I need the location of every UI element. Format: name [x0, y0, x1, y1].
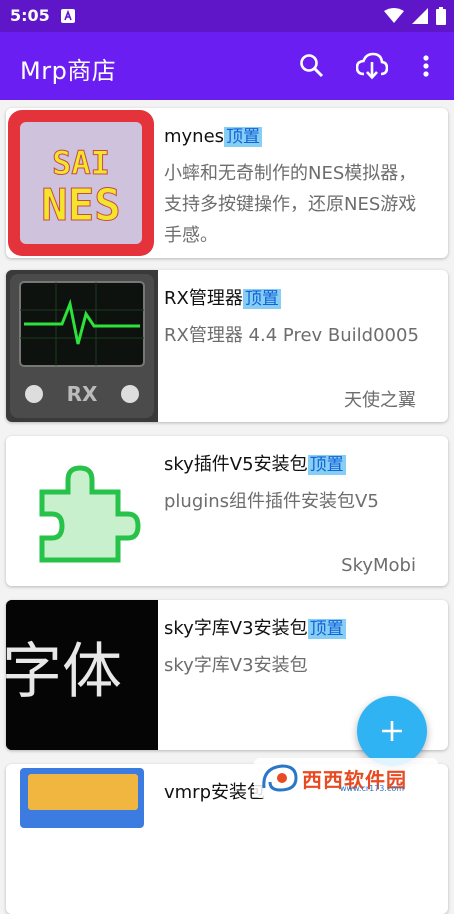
battery-icon [436, 7, 446, 25]
app-author: 天使之翼 [344, 390, 416, 411]
thumb-text-2: NES [41, 180, 120, 231]
app-description: sky字库V3安装包 [164, 655, 308, 676]
plus-icon [382, 721, 402, 741]
app-name-text: sky插件V5安装包 [164, 454, 308, 475]
app-name: mynes 顶置 [164, 122, 263, 147]
site-watermark: 西西软件园 www.cr173.com [254, 758, 438, 798]
list-item-rx-manager[interactable]: RX RX管理器 顶置 RX管理器 4.4 Prev Build0005 天使之翼 [6, 270, 448, 422]
app-name: RX管理器 顶置 [164, 284, 281, 310]
mynes-thumbnail: SAI NES [6, 108, 158, 258]
rx-manager-thumbnail: RX [6, 270, 158, 422]
watermark-url: www.cr173.com [340, 784, 405, 793]
more-vert-icon [423, 55, 429, 77]
thumb-text-1: SAI [52, 144, 110, 182]
app-description: 小蟀和无奇制作的NES模拟器，支持多按键操作，还原NES游戏手感。 [164, 163, 417, 246]
notification-icon [61, 9, 75, 23]
cloud-download-icon [356, 52, 388, 80]
puzzle-piece-icon [6, 436, 158, 586]
app-title: Mrp商店 [20, 57, 117, 85]
pinned-tag: 顶置 [307, 455, 346, 475]
thumb-text: 字体 [6, 637, 122, 707]
vmrp-thumbnail [6, 764, 158, 914]
status-bar: 5:05 [0, 0, 454, 32]
app-name: vmrp安装包 [164, 778, 265, 804]
app-name: sky字库V3安装包 顶置 [164, 614, 346, 640]
list-item-sky-plugin[interactable]: sky插件V5安装包 顶置 plugins组件插件安装包V5 SkyMobi [6, 436, 448, 586]
app-description: plugins组件插件安装包V5 [164, 491, 379, 512]
sky-font-thumbnail: 字体 [6, 600, 158, 750]
app-description: RX管理器 4.4 Prev Build0005 [164, 325, 419, 346]
app-name-text: sky字库V3安装包 [164, 618, 308, 639]
app-name-text: mynes [164, 126, 225, 147]
wifi-icon [384, 8, 404, 23]
app-author: SkyMobi [341, 555, 416, 576]
app-bar: Mrp商店 [0, 32, 454, 100]
pinned-tag: 顶置 [307, 619, 346, 639]
pinned-tag: 顶置 [224, 127, 263, 147]
watermark-logo-icon [262, 764, 298, 792]
system-icons [384, 7, 446, 25]
search-button[interactable] [296, 50, 328, 82]
cloud-download-button[interactable] [356, 50, 388, 82]
app-name-text: vmrp安装包 [164, 782, 266, 803]
pinned-tag: 顶置 [242, 289, 281, 309]
list-item-mynes[interactable]: SAI NES mynes 顶置 小蟀和无奇制作的NES模拟器，支持多按键操作，还… [6, 108, 448, 258]
search-icon [300, 54, 324, 78]
more-options-button[interactable] [410, 50, 442, 82]
signal-icon [412, 8, 428, 24]
status-time: 5:05 [10, 6, 50, 25]
thumb-text: RX [67, 382, 98, 406]
app-name-text: RX管理器 [164, 288, 243, 309]
add-button[interactable] [357, 696, 427, 766]
app-name: sky插件V5安装包 顶置 [164, 450, 346, 476]
